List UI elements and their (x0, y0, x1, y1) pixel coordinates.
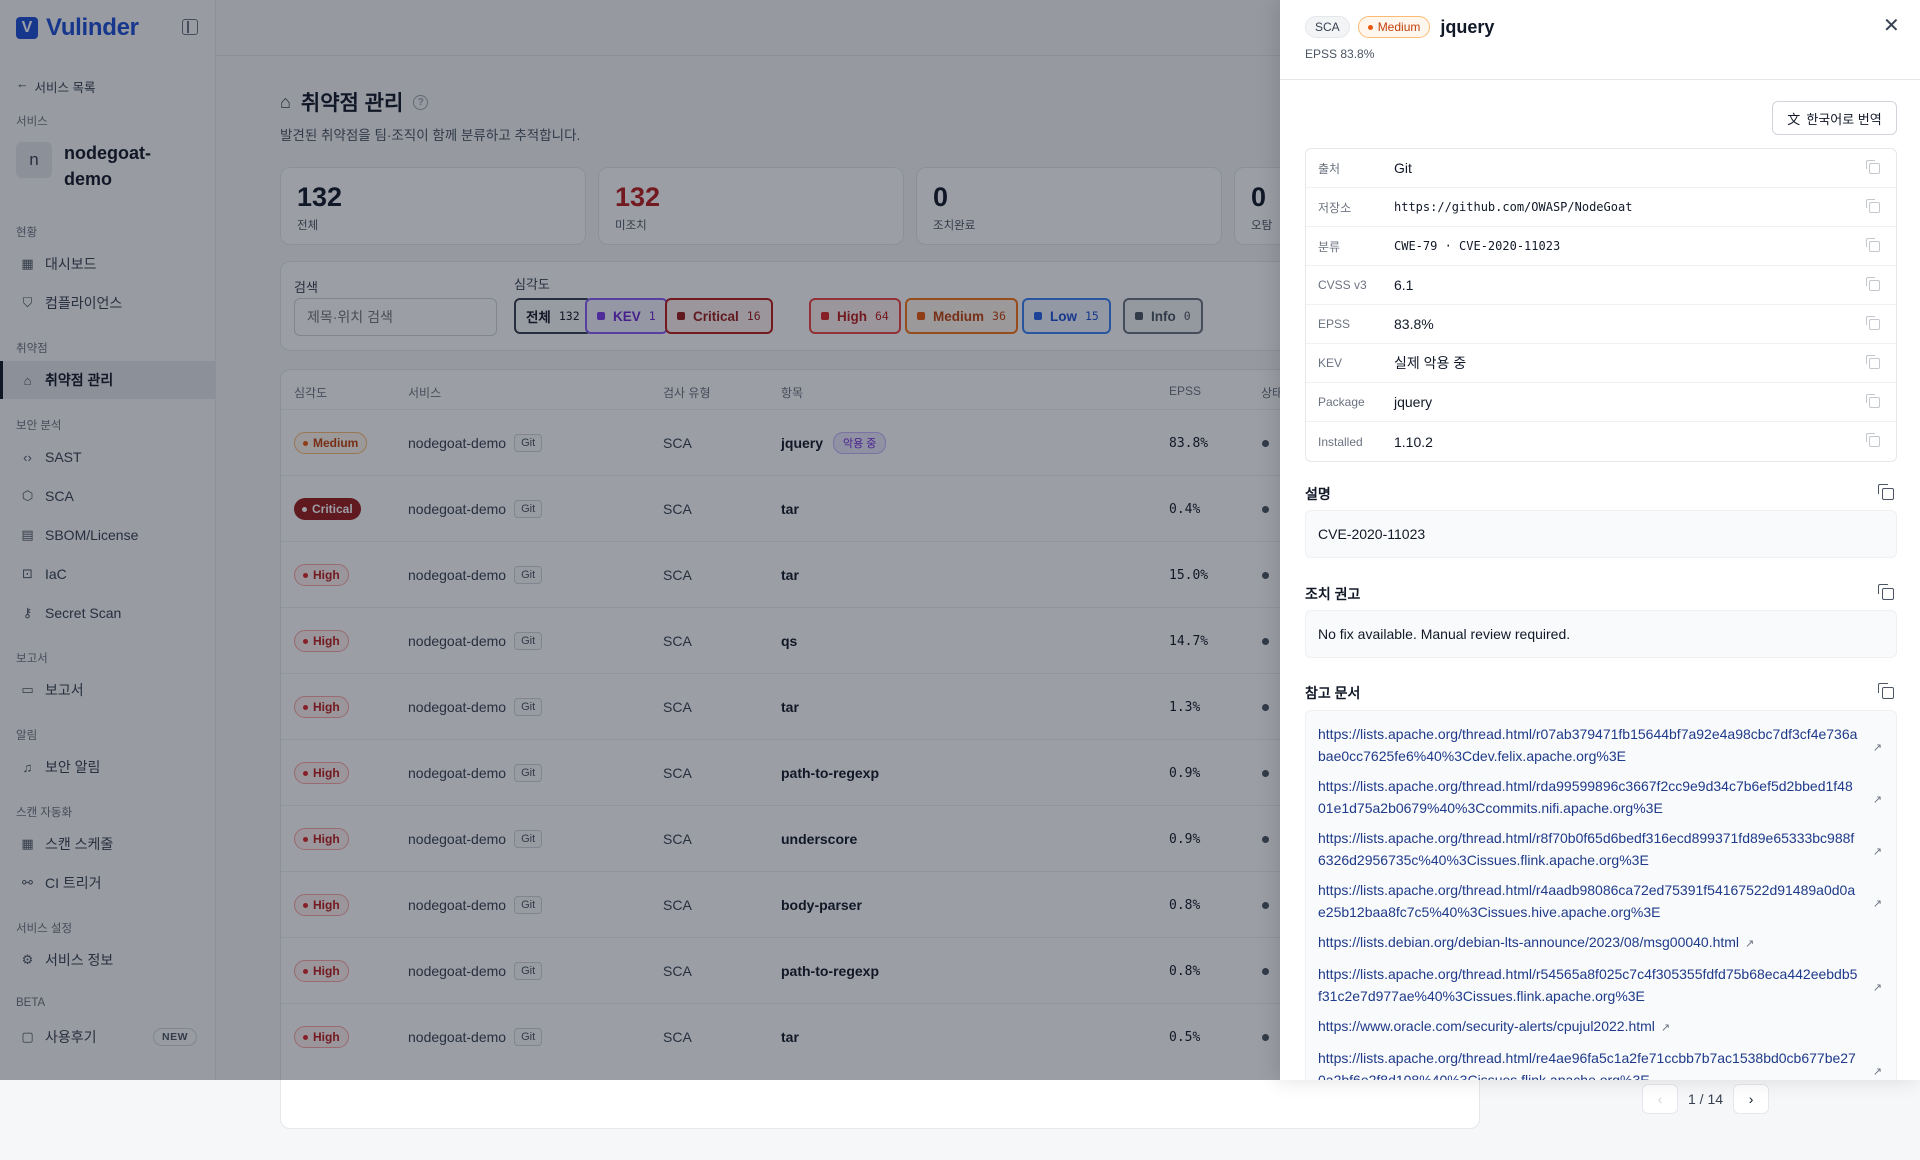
translate-button[interactable]: 文 한국어로 번역 (1772, 101, 1897, 135)
external-link-icon: ↗ (1872, 846, 1882, 858)
reference-url: https://lists.apache.org/thread.html/r8f… (1318, 830, 1855, 868)
detail-field-row: 분류 CWE-79 · CVE-2020-11023 (1306, 227, 1896, 266)
detail-field-row: 저장소 https://github.com/OWASP/NodeGoat (1306, 188, 1896, 227)
reference-url: https://lists.apache.org/thread.html/r54… (1318, 966, 1858, 1004)
reference-link[interactable]: https://lists.debian.org/debian-lts-anno… (1318, 931, 1884, 955)
references-list: https://lists.apache.org/thread.html/r07… (1305, 710, 1897, 1080)
copy-icon[interactable] (1866, 394, 1880, 408)
detail-field-row: EPSS 83.8% (1306, 305, 1896, 344)
detail-field-row: Package jquery (1306, 383, 1896, 422)
reference-link[interactable]: https://lists.apache.org/thread.html/re4… (1318, 1047, 1884, 1080)
translate-icon: 文 (1787, 111, 1801, 127)
copy-icon[interactable] (1866, 433, 1880, 447)
detail-field-row: 출처 Git (1306, 149, 1896, 188)
reference-link[interactable]: https://lists.apache.org/thread.html/r07… (1318, 723, 1884, 767)
copy-icon[interactable] (1866, 199, 1880, 213)
copy-icon[interactable] (1866, 238, 1880, 252)
remediation-box: No fix available. Manual review required… (1305, 610, 1897, 658)
field-key: Package (1318, 395, 1365, 409)
copy-icon[interactable] (1878, 584, 1894, 600)
description-box: CVE-2020-11023 (1305, 510, 1897, 558)
reference-url: https://lists.apache.org/thread.html/r4a… (1318, 882, 1856, 920)
severity-badge-label: Medium (1377, 20, 1421, 34)
reference-link[interactable]: https://www.oracle.com/security-alerts/c… (1318, 1015, 1884, 1039)
field-key: KEV (1318, 356, 1343, 370)
external-link-icon: ↗ (1660, 1022, 1671, 1034)
scan-type-badge: SCA (1305, 16, 1350, 38)
drawer-header: SCA Medium jquery EPSS 83.8% ✕ (1280, 0, 1920, 80)
detail-field-row: Installed 1.10.2 (1306, 422, 1896, 461)
page-indicator: 1 / 14 (1688, 1091, 1724, 1107)
field-value: 실제 악용 중 (1394, 355, 1467, 371)
detail-field-row: CVSS v3 6.1 (1306, 266, 1896, 305)
external-link-icon: ↗ (1872, 982, 1882, 994)
field-key: 분류 (1318, 239, 1341, 254)
next-page-button[interactable]: › (1733, 1084, 1770, 1114)
reference-url: https://lists.debian.org/debian-lts-anno… (1318, 934, 1740, 950)
translate-button-label: 한국어로 번역 (1806, 111, 1882, 127)
field-value: Git (1394, 160, 1412, 176)
reference-url: https://www.oracle.com/security-alerts/c… (1318, 1018, 1655, 1034)
detail-field-row: KEV 실제 악용 중 (1306, 344, 1896, 383)
severity-badge: Medium (1357, 16, 1431, 38)
epss-summary: EPSS 83.8% (1305, 47, 1375, 61)
external-link-icon: ↗ (1745, 938, 1755, 950)
field-value: 6.1 (1394, 277, 1414, 293)
copy-icon[interactable] (1878, 484, 1894, 500)
field-key: 출처 (1318, 161, 1341, 176)
reference-url: https://lists.apache.org/thread.html/r07… (1318, 726, 1858, 764)
close-icon[interactable]: ✕ (1883, 15, 1900, 37)
external-link-icon: ↗ (1872, 794, 1882, 806)
reference-link[interactable]: https://lists.apache.org/thread.html/r8f… (1318, 827, 1884, 871)
reference-link[interactable]: https://lists.apache.org/thread.html/rda… (1318, 775, 1884, 819)
field-key: Installed (1318, 434, 1363, 449)
drawer-title: jquery (1440, 16, 1495, 37)
field-value: https://github.com/OWASP/NodeGoat (1394, 200, 1633, 214)
field-key: 저장소 (1318, 200, 1352, 215)
external-link-icon: ↗ (1872, 898, 1882, 910)
copy-icon[interactable] (1866, 160, 1880, 174)
detail-fields: 출처 Git 저장소 https://github.com/OWASP/NodeGoa… (1305, 148, 1897, 462)
field-key: CVSS v3 (1318, 278, 1367, 292)
reference-link[interactable]: https://lists.apache.org/thread.html/r54… (1318, 963, 1884, 1007)
vulnerability-detail-drawer: SCA Medium jquery EPSS 83.8% ✕ 文 한국어로 번역 … (1280, 0, 1920, 1080)
field-value: jquery (1394, 394, 1433, 410)
severity-dot (1367, 24, 1373, 30)
copy-icon[interactable] (1866, 355, 1880, 369)
reference-url: https://lists.apache.org/thread.html/rda… (1318, 778, 1853, 816)
field-value: 83.8% (1394, 316, 1434, 332)
remediation-heading: 조치 권고 (1305, 586, 1361, 602)
reference-url: https://lists.apache.org/thread.html/re4… (1318, 1050, 1856, 1080)
field-value: CWE-79 · CVE-2020-11023 (1394, 239, 1561, 253)
field-key: EPSS (1318, 317, 1351, 331)
reference-link[interactable]: https://lists.apache.org/thread.html/r4a… (1318, 879, 1884, 923)
references-heading: 참고 문서 (1305, 685, 1361, 701)
copy-icon[interactable] (1878, 683, 1894, 699)
pagination: ‹ 1 / 14 › (1642, 1084, 1770, 1114)
copy-icon[interactable] (1866, 277, 1880, 291)
prev-page-button[interactable]: ‹ (1642, 1084, 1678, 1114)
external-link-icon: ↗ (1872, 1066, 1882, 1078)
copy-icon[interactable] (1866, 316, 1880, 330)
chevron-right-icon: › (1748, 1091, 1754, 1107)
description-heading: 설명 (1305, 486, 1331, 502)
field-value: 1.10.2 (1394, 433, 1433, 450)
external-link-icon: ↗ (1872, 742, 1882, 754)
chevron-left-icon: ‹ (1657, 1091, 1663, 1107)
